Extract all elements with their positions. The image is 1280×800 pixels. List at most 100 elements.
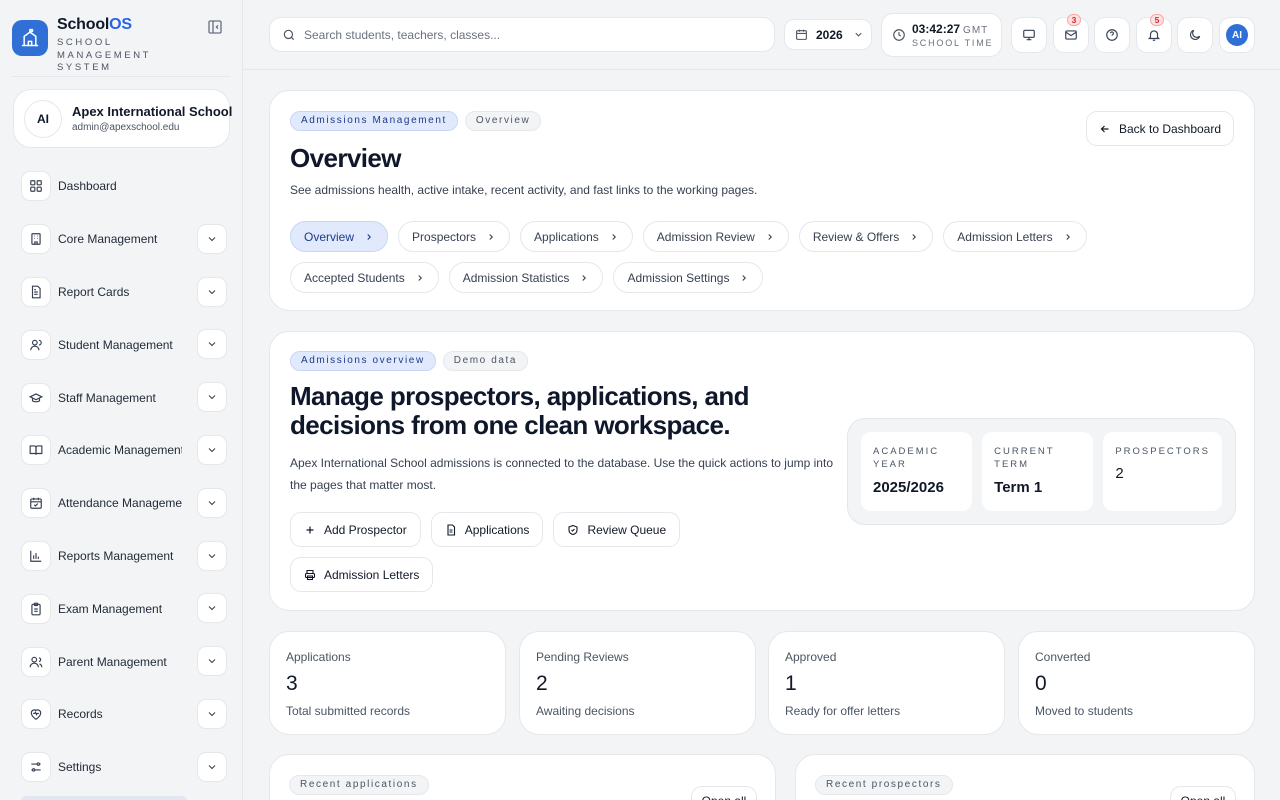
messages-button[interactable]: 3 <box>1053 14 1089 53</box>
hero-title: Manage prospectors, applications, and de… <box>290 381 750 440</box>
sidebar-item-attendance-management[interactable]: Attendance Management <box>21 477 227 530</box>
sidebar-item-records[interactable]: Records <box>21 688 227 741</box>
tab-review-offers[interactable]: Review & Offers <box>798 221 934 252</box>
open-all-applications-button[interactable]: Open all <box>691 786 757 800</box>
chevron-down-icon[interactable] <box>197 540 227 571</box>
tab-label: Accepted Students <box>304 270 405 285</box>
top-bar: 2026 03:42:27GMT SCHOOL TIME 3 5 AI <box>243 0 1280 70</box>
chevron-right-icon <box>765 232 775 242</box>
search-input[interactable] <box>304 27 744 42</box>
metric-applications: Applications 3 Total submitted records <box>269 631 506 735</box>
sidebar-item-academic-management[interactable]: Academic Management <box>21 424 227 477</box>
sidebar-item-staff-management[interactable]: Staff Management <box>21 371 227 424</box>
brand: SchoolOS SCHOOL MANAGEMENT SYSTEM <box>12 16 231 74</box>
applications-button[interactable]: Applications <box>430 512 544 547</box>
sidebar-item-parent-management[interactable]: Parent Management <box>21 635 227 688</box>
sidebar-item-settings[interactable]: Settings <box>21 741 227 794</box>
search-box[interactable] <box>269 17 775 52</box>
sidebar-item-report-cards[interactable]: Report Cards <box>21 266 227 319</box>
chevron-down-icon[interactable] <box>197 329 227 360</box>
chevron-down-icon[interactable] <box>197 593 227 624</box>
back-to-dashboard-button[interactable]: Back to Dashboard <box>1086 111 1234 146</box>
tab-admission-settings[interactable]: Admission Settings <box>613 262 764 293</box>
clipboard-icon <box>21 593 51 624</box>
tab-accepted-students[interactable]: Accepted Students <box>290 262 439 293</box>
applications-label: Applications <box>464 522 530 537</box>
school-avatar: AI <box>24 100 62 138</box>
sidebar-item-label: Attendance Management <box>58 496 182 511</box>
chevron-down-icon[interactable] <box>197 698 227 729</box>
tab-admission-review[interactable]: Admission Review <box>642 221 789 252</box>
year-select[interactable]: 2026 <box>784 19 872 50</box>
chevron-down-icon[interactable] <box>197 646 227 677</box>
tab-label: Prospectors <box>412 229 477 244</box>
sidebar-item-label: Core Management <box>58 232 158 247</box>
sidebar-item-label: Report Cards <box>58 284 130 299</box>
sidebar-item-dashboard[interactable]: Dashboard <box>21 160 227 213</box>
sidebar-item-exam-management[interactable]: Exam Management <box>21 582 227 635</box>
tab-applications[interactable]: Applications <box>520 221 633 252</box>
sidebar-item-core-management[interactable]: Core Management <box>21 213 227 266</box>
sidebar-item-student-management[interactable]: Student Management <box>21 318 227 371</box>
metric-subtext: Moved to students <box>1035 704 1134 718</box>
sidebar-item-reports-management[interactable]: Reports Management <box>21 530 227 583</box>
tab-prospectors[interactable]: Prospectors <box>398 221 511 252</box>
sidebar-footer-button[interactable] <box>21 796 187 800</box>
chevron-right-icon <box>486 232 496 242</box>
metric-subtext: Awaiting decisions <box>536 704 635 718</box>
quick-actions: Add Prospector Applications Review Queue… <box>290 512 830 592</box>
calendar-check-icon <box>21 488 51 519</box>
mail-count-badge: 3 <box>1067 14 1081 26</box>
school-logo-icon[interactable] <box>12 20 48 56</box>
chevron-right-icon <box>1063 232 1073 242</box>
academic-year-label: ACADEMIC YEAR <box>873 446 940 470</box>
metric-value: 1 <box>785 672 797 695</box>
chevron-down-icon[interactable] <box>197 751 227 782</box>
chevron-down-icon[interactable] <box>197 434 227 465</box>
current-term-stat: CURRENT TERM Term 1 <box>982 432 1094 511</box>
metric-approved: Approved 1 Ready for offer letters <box>768 631 1005 735</box>
year-value: 2026 <box>816 27 843 42</box>
chevron-down-icon[interactable] <box>197 276 227 307</box>
tab-overview[interactable]: Overview <box>290 221 389 252</box>
metric-label: Converted <box>1035 650 1091 664</box>
tab-admission-statistics[interactable]: Admission Statistics <box>448 262 604 293</box>
arrow-left-icon <box>1099 123 1111 135</box>
current-term-value: Term 1 <box>994 479 1043 496</box>
chevron-down-icon[interactable] <box>197 487 227 518</box>
chevron-down-icon[interactable] <box>197 382 227 413</box>
add-prospector-button[interactable]: Add Prospector <box>290 512 421 547</box>
sidebar: SchoolOS SCHOOL MANAGEMENT SYSTEM AI Ape… <box>0 0 243 800</box>
open-all-prospectors-button[interactable]: Open all <box>1170 786 1236 800</box>
chevron-down-icon[interactable] <box>197 223 227 254</box>
bar-chart-icon <box>21 540 51 571</box>
admission-letters-label: Admission Letters <box>324 567 420 582</box>
sidebar-item-label: Reports Management <box>58 548 174 563</box>
school-profile-card[interactable]: AI Apex International School admin@apexs… <box>13 89 232 148</box>
collapse-sidebar-icon[interactable] <box>207 19 223 35</box>
brand-subtitle: SCHOOL MANAGEMENT SYSTEM <box>57 37 151 73</box>
notifications-button[interactable]: 5 <box>1136 14 1172 53</box>
sidebar-item-label: Settings <box>58 760 102 775</box>
metric-value: 2 <box>536 672 548 695</box>
review-queue-button[interactable]: Review Queue <box>553 512 681 547</box>
users-icon <box>21 646 51 677</box>
tab-admission-letters[interactable]: Admission Letters <box>943 221 1087 252</box>
user-avatar: AI <box>1226 24 1248 46</box>
user-menu-button[interactable]: AI <box>1219 17 1255 53</box>
admission-letters-button[interactable]: Admission Letters <box>290 557 434 592</box>
tab-label: Admission Review <box>656 229 755 244</box>
display-button[interactable] <box>1011 17 1047 53</box>
book-icon <box>21 435 51 466</box>
sidebar-item-label: Dashboard <box>58 179 117 194</box>
back-to-dashboard-label: Back to Dashboard <box>1118 121 1222 136</box>
metric-value: 0 <box>1035 672 1047 695</box>
help-button[interactable] <box>1094 17 1130 53</box>
breadcrumb-page: Overview <box>464 111 542 131</box>
recent-applications-card: Recent applications Open all <box>269 754 776 800</box>
breadcrumb-section[interactable]: Admissions Management <box>290 111 458 131</box>
graduation-cap-icon <box>21 382 51 413</box>
calendar-icon <box>795 28 808 41</box>
moon-icon <box>1188 28 1202 42</box>
theme-toggle-button[interactable] <box>1177 17 1213 53</box>
